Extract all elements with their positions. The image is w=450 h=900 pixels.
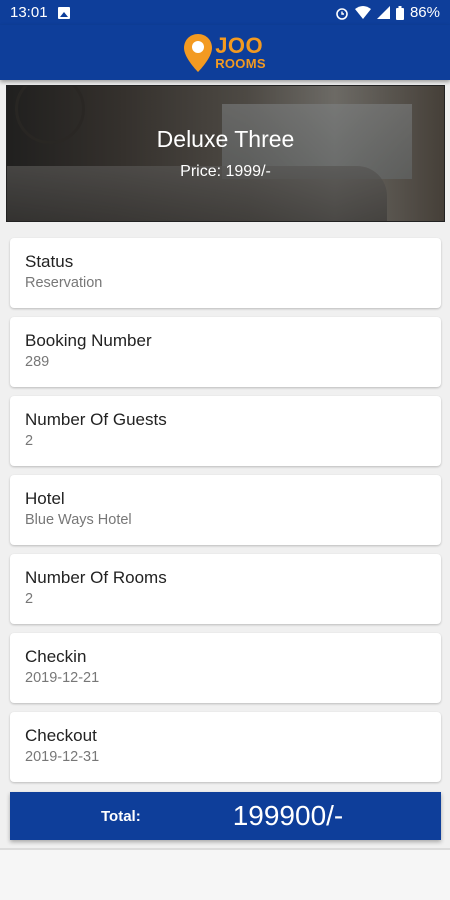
logo-text-joo: JOO	[215, 33, 264, 58]
detail-label: Checkin	[25, 647, 87, 666]
room-title: Deluxe Three	[156, 126, 295, 152]
detail-value: 2019-12-21	[25, 670, 100, 686]
alarm-icon	[336, 7, 348, 20]
detail-value: Reservation	[25, 275, 103, 291]
logo-text-rooms: ROOMS	[215, 56, 266, 71]
app-bar: JOO ROOMS	[0, 25, 450, 80]
detail-card-status: Status Reservation	[10, 238, 441, 308]
detail-card-hotel: Hotel Blue Ways Hotel	[10, 475, 441, 545]
total-label: Total:	[101, 807, 141, 825]
detail-label: Number Of Guests	[25, 410, 167, 429]
bottom-area	[0, 850, 450, 900]
detail-label: Status	[25, 252, 74, 271]
booking-details-list: Status Reservation Booking Number 289 Nu…	[10, 238, 441, 791]
total-bar: Total: 199900/-	[10, 792, 441, 840]
detail-card-number-of-guests: Number Of Guests 2	[10, 396, 441, 466]
detail-card-checkout: Checkout 2019-12-31	[10, 712, 441, 782]
detail-card-checkin: Checkin 2019-12-21	[10, 633, 441, 703]
total-value: 199900/-	[232, 800, 344, 831]
joo-rooms-logo: JOO ROOMS	[184, 33, 266, 72]
detail-label: Booking Number	[25, 331, 152, 350]
status-time: 13:01	[10, 4, 48, 21]
detail-value: Blue Ways Hotel	[25, 512, 132, 528]
detail-value: 2	[25, 591, 34, 607]
location-pin-icon	[184, 33, 213, 72]
detail-value: 2	[25, 433, 34, 449]
room-price: Price: 1999/-	[180, 163, 271, 180]
detail-label: Checkout	[25, 726, 97, 745]
detail-value: 2019-12-31	[25, 749, 100, 765]
signal-icon	[376, 6, 390, 19]
detail-card-booking-number: Booking Number 289	[10, 317, 441, 387]
detail-label: Hotel	[25, 489, 65, 508]
wifi-icon	[354, 6, 371, 19]
battery-level: 86%	[409, 4, 440, 21]
status-bar: 13:01 86%	[0, 0, 450, 25]
image-notification-icon	[57, 6, 70, 19]
detail-label: Number Of Rooms	[25, 568, 167, 587]
room-hero-image: Deluxe Three Price: 1999/-	[6, 85, 445, 222]
detail-card-number-of-rooms: Number Of Rooms 2	[10, 554, 441, 624]
detail-value: 289	[25, 354, 50, 370]
battery-icon	[395, 5, 404, 20]
